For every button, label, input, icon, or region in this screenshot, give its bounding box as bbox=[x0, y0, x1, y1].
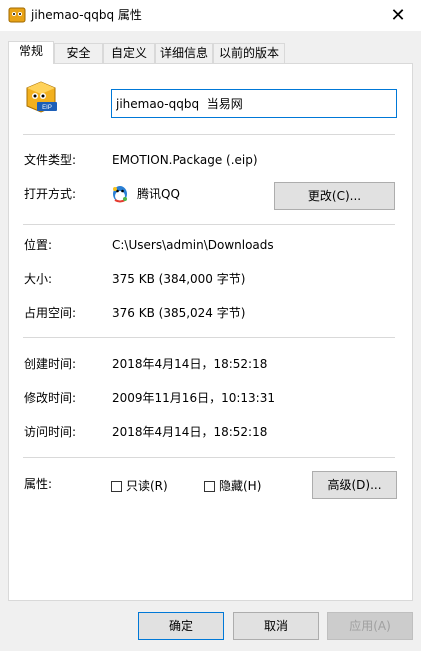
size-label: 大小: bbox=[24, 272, 53, 286]
open-with-value: 腾讯QQ bbox=[137, 187, 180, 201]
tab-custom[interactable]: 自定义 bbox=[103, 43, 155, 63]
readonly-checkbox[interactable] bbox=[111, 481, 122, 492]
eip-badge-label: EIP bbox=[42, 105, 52, 111]
close-button[interactable]: ✕ bbox=[375, 0, 421, 31]
window-title: jihemao-qqbq 属性 bbox=[31, 8, 142, 22]
tab-strip: 常规 安全 自定义 详细信息 以前的版本 bbox=[8, 41, 413, 64]
eip-file-icon: EIP bbox=[26, 81, 57, 113]
tab-label: 详细信息 bbox=[159, 46, 208, 60]
created-value: 2018年4月14日，18:52:18 bbox=[112, 357, 268, 371]
attributes-label: 属性: bbox=[24, 477, 53, 491]
location-label: 位置: bbox=[24, 238, 53, 252]
tab-security[interactable]: 安全 bbox=[54, 43, 103, 63]
open-with-label: 打开方式: bbox=[24, 187, 77, 201]
hidden-label[interactable]: 隐藏(H) bbox=[219, 478, 261, 494]
title-bar: jihemao-qqbq 属性 ✕ bbox=[0, 0, 421, 31]
tab-label: 自定义 bbox=[110, 46, 147, 60]
created-label: 创建时间: bbox=[24, 357, 77, 371]
hidden-checkbox[interactable] bbox=[204, 481, 215, 492]
size-value: 375 KB (384,000 字节) bbox=[112, 272, 246, 286]
tab-label: 以前的版本 bbox=[218, 46, 279, 60]
file-type-value: EMOTION.Package (.eip) bbox=[112, 153, 258, 167]
tab-label: 安全 bbox=[66, 46, 91, 60]
size-on-disk-label: 占用空间: bbox=[24, 306, 77, 320]
file-name-input[interactable] bbox=[111, 89, 397, 118]
accessed-label: 访问时间: bbox=[24, 425, 77, 439]
change-button[interactable]: 更改(C)... bbox=[274, 182, 395, 210]
modified-label: 修改时间: bbox=[24, 391, 77, 405]
tab-label: 常规 bbox=[18, 44, 43, 58]
tab-previous-versions[interactable]: 以前的版本 bbox=[213, 43, 285, 63]
size-on-disk-value: 376 KB (385,024 字节) bbox=[112, 306, 246, 320]
divider bbox=[23, 224, 395, 225]
tab-general[interactable]: 常规 bbox=[8, 41, 54, 64]
eip-file-icon bbox=[8, 7, 26, 23]
general-panel: EIP 文件类型: EMOTION.Package (.eip) 打开方式: 腾… bbox=[8, 63, 413, 601]
divider bbox=[23, 134, 395, 135]
modified-value: 2009年11月16日，10:13:31 bbox=[112, 391, 275, 405]
divider bbox=[23, 337, 395, 338]
tab-details[interactable]: 详细信息 bbox=[155, 43, 213, 63]
divider bbox=[23, 457, 395, 458]
advanced-button[interactable]: 高级(D)... bbox=[312, 471, 397, 499]
readonly-label[interactable]: 只读(R) bbox=[126, 478, 168, 494]
file-type-label: 文件类型: bbox=[24, 153, 77, 167]
apply-button[interactable]: 应用(A) bbox=[327, 612, 413, 640]
accessed-value: 2018年4月14日，18:52:18 bbox=[112, 425, 268, 439]
cancel-button[interactable]: 取消 bbox=[233, 612, 319, 640]
location-value: C:\Users\admin\Downloads bbox=[112, 238, 274, 252]
qq-icon bbox=[113, 186, 127, 203]
close-icon: ✕ bbox=[390, 5, 406, 26]
ok-button[interactable]: 确定 bbox=[138, 612, 224, 640]
